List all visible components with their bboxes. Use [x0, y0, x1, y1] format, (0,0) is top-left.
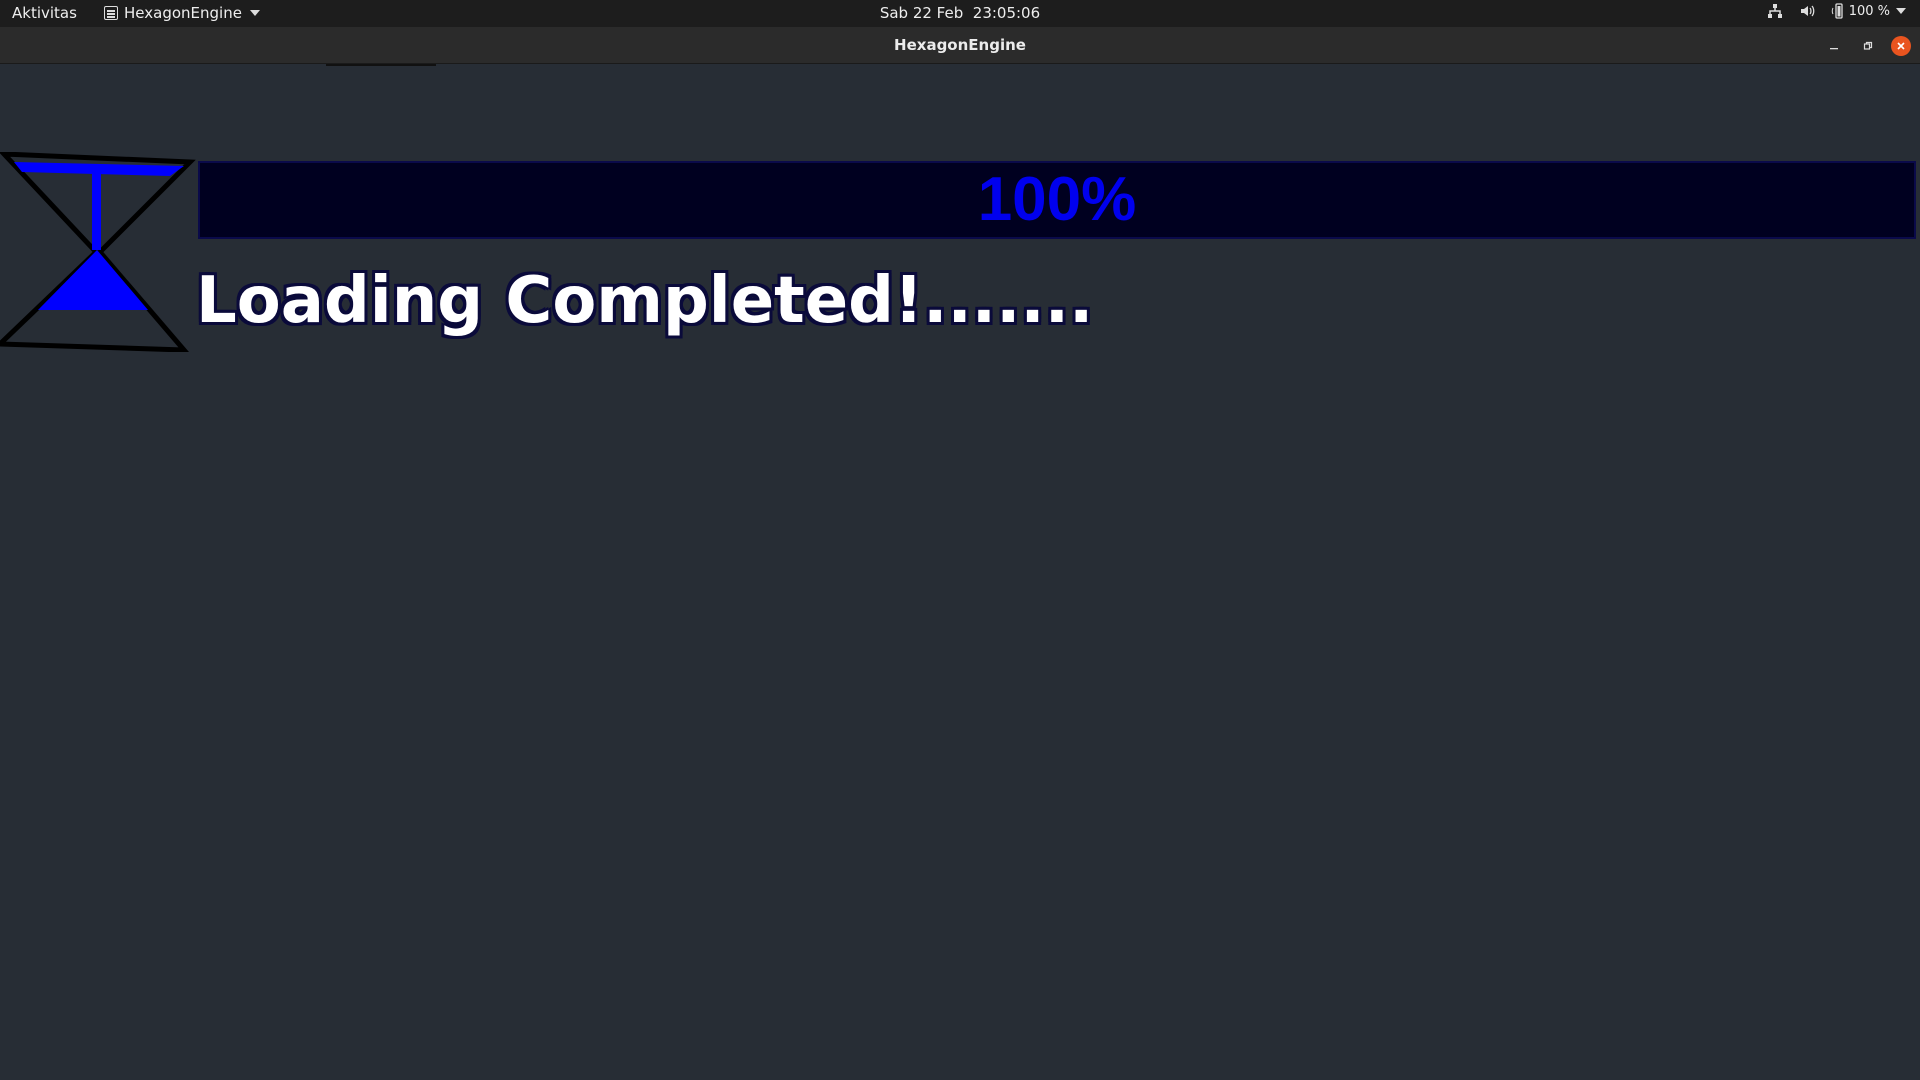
volume-icon	[1799, 3, 1815, 19]
network-icon	[1767, 3, 1783, 19]
battery-icon	[1831, 3, 1845, 19]
loading-status-text: Loading Completed!.......	[196, 264, 1094, 338]
activities-button[interactable]: Aktivitas	[12, 4, 77, 22]
close-icon	[1897, 42, 1905, 50]
clock: Sab 22 Feb 23:05:06	[0, 4, 1920, 22]
system-status-area[interactable]: 100 %	[1767, 3, 1906, 19]
system-menu-caret-icon	[1896, 8, 1906, 14]
loading-progress-label: 100%	[977, 165, 1137, 234]
hourglass-icon	[0, 152, 196, 352]
restore-icon	[1863, 41, 1873, 50]
minimize-button[interactable]	[1824, 36, 1844, 56]
top-bar: Aktivitas HexagonEngine Sab 22 Feb 23:05…	[0, 0, 1920, 27]
battery-percent: 100 %	[1848, 3, 1890, 19]
window-titlebar[interactable]: HexagonEngine	[0, 27, 1920, 64]
restore-button[interactable]	[1858, 36, 1878, 56]
app-menu-icon	[104, 6, 118, 20]
app-menu[interactable]: HexagonEngine	[104, 4, 260, 22]
viewport-divider	[326, 64, 436, 66]
battery-indicator: 100 %	[1831, 3, 1906, 19]
chevron-down-icon	[249, 10, 260, 16]
clock-label[interactable]: Sab 22 Feb 23:05:06	[880, 4, 1040, 22]
close-button[interactable]	[1891, 36, 1911, 56]
window-title: HexagonEngine	[894, 36, 1026, 54]
loading-progress-bar: 100%	[198, 161, 1916, 239]
minimize-icon	[1830, 48, 1838, 50]
game-viewport[interactable]: 100% Loading Completed!.......	[0, 64, 1920, 1080]
app-menu-label: HexagonEngine	[124, 4, 242, 22]
